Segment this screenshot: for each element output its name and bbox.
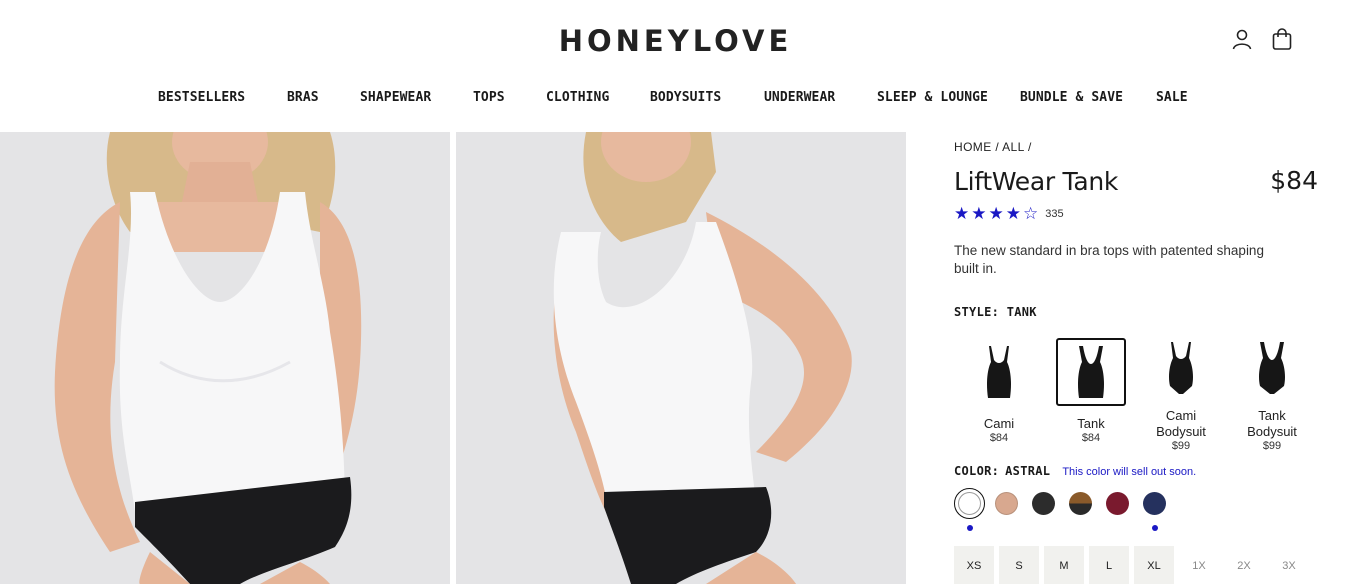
tank-bodysuit-thumbnail — [1237, 338, 1307, 398]
size-options: XS S M L XL 1X 2X 3X — [954, 546, 1324, 584]
nav-item-tops[interactable]: TOPS — [473, 90, 505, 105]
half-star-icon: ☆ — [1023, 204, 1039, 223]
color-swatches — [954, 488, 1324, 531]
product-image-side[interactable] — [456, 132, 906, 584]
review-count[interactable]: 335 — [1045, 208, 1063, 220]
style-selected-value: TANK — [1006, 305, 1037, 319]
nav-item-bestsellers[interactable]: BESTSELLERS — [158, 90, 245, 105]
star-icon: ★ — [954, 204, 970, 223]
product-info-panel: HOME / ALL / LiftWear Tank $84 ★ ★ ★ ★ ☆… — [954, 132, 1324, 584]
cami-thumbnail — [964, 338, 1034, 406]
color-swatch-white[interactable] — [954, 488, 985, 519]
cami-bodysuit-thumbnail — [1146, 338, 1216, 398]
size-option-l[interactable]: L — [1089, 546, 1129, 584]
size-option-xs[interactable]: XS — [954, 546, 994, 584]
availability-dot — [1152, 525, 1158, 531]
style-option-name: Tank Bodysuit — [1247, 408, 1297, 439]
style-option-name: Cami Bodysuit — [1156, 408, 1206, 439]
style-option-name: Tank — [1077, 416, 1105, 431]
breadcrumb: HOME / ALL / — [954, 140, 1032, 154]
style-option-tank-bodysuit[interactable]: Tank Bodysuit $99 — [1236, 338, 1308, 453]
style-option-cami[interactable]: Cami $84 — [963, 338, 1035, 445]
color-label: COLOR: ASTRAL This color will sell out s… — [954, 464, 1196, 478]
availability-dot — [967, 525, 973, 531]
product-image-front[interactable] — [0, 132, 450, 584]
star-icon: ★ — [971, 204, 987, 223]
rating[interactable]: ★ ★ ★ ★ ☆ 335 — [954, 205, 1064, 222]
star-icon: ★ — [988, 204, 1004, 223]
color-swatch-navy[interactable] — [1139, 488, 1170, 519]
style-label-text: STYLE: — [954, 305, 1000, 319]
sellout-notice: This color will sell out soon. — [1062, 466, 1197, 478]
nav-item-bundle-save[interactable]: BUNDLE & SAVE — [1020, 90, 1123, 105]
style-option-cami-bodysuit[interactable]: Cami Bodysuit $99 — [1145, 338, 1217, 453]
color-swatch-brown-black[interactable] — [1065, 488, 1096, 519]
breadcrumb-separator: / — [995, 140, 1000, 154]
color-swatch-black[interactable] — [1028, 488, 1059, 519]
breadcrumb-home[interactable]: HOME — [954, 140, 992, 154]
color-swatch-burgundy[interactable] — [1102, 488, 1133, 519]
style-option-price: $84 — [989, 432, 1009, 444]
main-navigation: BESTSELLERS BRAS SHAPEWEAR TOPS CLOTHING… — [0, 90, 1351, 110]
brand-logo[interactable]: HONEYLOVE — [0, 24, 1351, 58]
tank-thumbnail — [1056, 338, 1126, 406]
nav-item-bras[interactable]: BRAS — [287, 90, 319, 105]
star-icon: ★ — [1005, 204, 1021, 223]
size-option-1x[interactable]: 1X — [1179, 546, 1219, 584]
product-title: LiftWear Tank — [954, 167, 1119, 196]
style-option-name: Cami — [983, 416, 1015, 431]
style-options: Cami $84 Tank $84 Cami Bodysuit $99 Tank… — [954, 338, 1324, 458]
size-option-xl[interactable]: XL — [1134, 546, 1174, 584]
product-description: The new standard in bra tops with patent… — [954, 243, 1264, 276]
nav-item-underwear[interactable]: UNDERWEAR — [764, 90, 835, 105]
style-option-price: $84 — [1081, 432, 1101, 444]
nav-item-sale[interactable]: SALE — [1156, 90, 1188, 105]
size-option-m[interactable]: M — [1044, 546, 1084, 584]
style-option-price: $99 — [1171, 440, 1191, 452]
breadcrumb-all[interactable]: ALL — [1002, 140, 1024, 154]
style-option-price: $99 — [1262, 440, 1282, 452]
product-price: $84 — [1270, 166, 1318, 195]
size-option-s[interactable]: S — [999, 546, 1039, 584]
size-option-2x[interactable]: 2X — [1224, 546, 1264, 584]
color-swatch-nude[interactable] — [991, 488, 1022, 519]
size-option-3x[interactable]: 3X — [1269, 546, 1309, 584]
nav-item-sleep-lounge[interactable]: SLEEP & LOUNGE — [877, 90, 988, 105]
nav-item-clothing[interactable]: CLOTHING — [546, 90, 609, 105]
style-label: STYLE: TANK — [954, 305, 1037, 319]
nav-item-bodysuits[interactable]: BODYSUITS — [650, 90, 721, 105]
nav-item-shapewear[interactable]: SHAPEWEAR — [360, 90, 431, 105]
site-header: HONEYLOVE BESTSELLERS BRAS SHAPEWEAR TOP… — [0, 0, 1351, 132]
shopping-bag-icon[interactable] — [1270, 27, 1294, 51]
color-selected-value: ASTRAL — [1005, 464, 1051, 478]
user-icon[interactable] — [1230, 27, 1254, 51]
breadcrumb-separator: / — [1028, 140, 1032, 154]
color-label-text: COLOR: — [954, 464, 1000, 478]
style-option-tank[interactable]: Tank $84 — [1055, 338, 1127, 445]
